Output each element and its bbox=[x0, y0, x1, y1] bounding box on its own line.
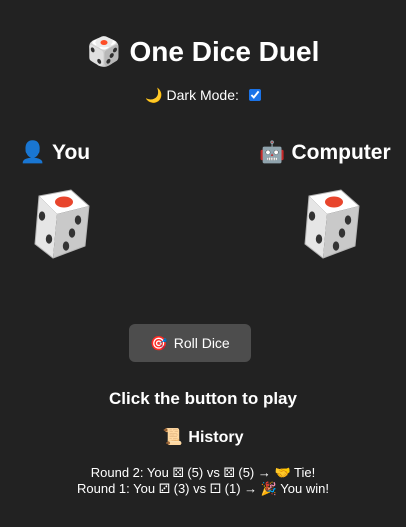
player-computer-heading: 🤖 Computer bbox=[245, 138, 405, 168]
status-message: Click the button to play bbox=[109, 389, 297, 408]
computer-die-icon bbox=[304, 189, 360, 259]
moon-icon: 🌙 bbox=[145, 87, 163, 103]
player-computer-label: Computer bbox=[291, 141, 391, 164]
page-title: 🎲 One Dice Duel bbox=[0, 32, 406, 72]
player-you-label: You bbox=[52, 141, 91, 164]
player-die-icon bbox=[34, 189, 90, 259]
dark-mode-toggle-row: 🌙 Dark Mode: bbox=[0, 86, 406, 104]
history-heading: 📜 History bbox=[0, 427, 406, 449]
history-list: Round 2: You ⚄ (5) vs ⚄ (5) → 🤝 Tie! Rou… bbox=[0, 465, 406, 497]
roll-dice-label: Roll Dice bbox=[173, 334, 230, 351]
player-computer: 🤖 Computer bbox=[245, 138, 405, 266]
dark-mode-checkbox[interactable] bbox=[248, 89, 261, 101]
scroll-icon: 📜 bbox=[162, 429, 183, 446]
app: 🎲 One Dice Duel 🌙 Dark Mode: 👤 You 🤖 Comput… bbox=[0, 0, 406, 527]
history-entry: Round 2: You ⚄ (5) vs ⚄ (5) → 🤝 Tie! bbox=[90, 465, 316, 480]
history-title: History bbox=[188, 429, 244, 446]
roll-dice-button[interactable]: 🎯 Roll Dice bbox=[129, 324, 251, 362]
robot-icon: 🤖 bbox=[259, 141, 286, 164]
title-text: One Dice Duel bbox=[129, 36, 320, 67]
player-you-heading: 👤 You bbox=[0, 138, 135, 168]
history-entry: Round 1: You ⚂ (3) vs ⚀ (1) → 🎉 You win! bbox=[77, 481, 329, 496]
target-icon: 🎯 bbox=[150, 334, 168, 351]
user-icon: 👤 bbox=[19, 141, 47, 164]
dice-icon: 🎲 bbox=[86, 36, 122, 67]
dark-mode-label: Dark Mode: bbox=[166, 87, 239, 103]
player-you: 👤 You bbox=[0, 138, 135, 266]
